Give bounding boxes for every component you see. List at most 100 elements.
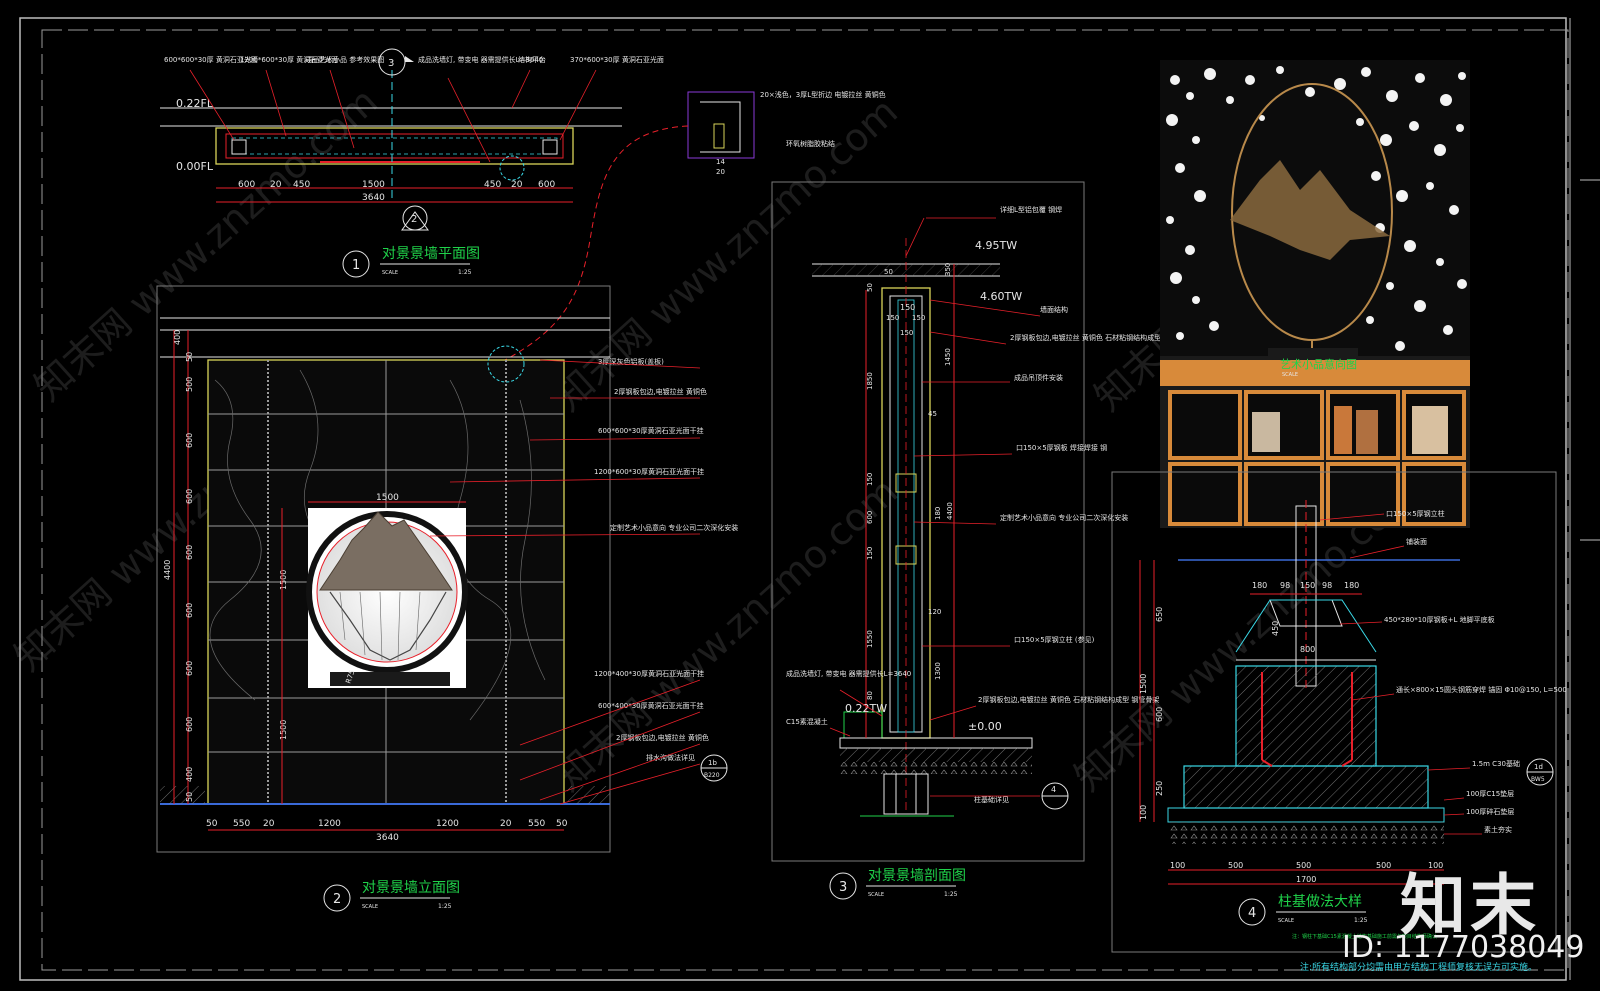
- elev-callout: 2厚钢板包边,电镀拉丝 黄铜色: [614, 387, 707, 396]
- small-detail-note: 20×浅色，3厚L型折边 电镀拉丝 黄铜色: [760, 90, 886, 99]
- section-ratio: 1:25: [944, 891, 958, 898]
- footing-vdim: 650: [1155, 607, 1164, 622]
- footing-bot-dim: 500: [1228, 861, 1243, 870]
- section-rdim: 45: [928, 410, 937, 418]
- elev-callout: 1200*400*30厚黄洞石亚光面干挂: [594, 669, 704, 678]
- elev-ref-bot: B220: [704, 772, 720, 779]
- footing-callout: 1.5m C30基础: [1472, 759, 1520, 768]
- small-detail-note: 环氧树脂胶粘结: [786, 139, 835, 148]
- elev-vdim: 600: [185, 603, 194, 618]
- footing-vdim: 1500: [1139, 674, 1148, 694]
- elev-dim: 550: [528, 819, 545, 829]
- section-callout: 详细L型铝包覆 钢焊: [1000, 205, 1062, 214]
- elev-art-h: 1500: [279, 570, 288, 590]
- section-scale: SCALE: [868, 892, 884, 898]
- elev-vdim: 600: [185, 545, 194, 560]
- section-rdim: 350: [944, 263, 952, 276]
- footing-450: 450: [1271, 621, 1280, 636]
- section-level-2: 4.60TW: [980, 290, 1022, 303]
- section-top-dim: 150: [900, 303, 915, 312]
- elev-vdim: 50: [185, 792, 194, 802]
- section-rdim: 4400: [946, 502, 954, 520]
- plan-dim: 20: [270, 180, 282, 190]
- plan-section-tag: 3: [388, 58, 394, 69]
- elev-callout: 600*400*30厚黄洞石亚光面干挂: [598, 701, 704, 710]
- plan-callout: 370*600*30厚 黄洞石亚光面: [570, 55, 664, 64]
- section-number: 3: [839, 880, 847, 895]
- cad-drawing-sheet: 0.22FL 0.00FL 600 20 450 1500 450 20 600…: [19, 17, 1600, 981]
- footing-callout: 铺装面: [1406, 537, 1427, 546]
- elev-callout: 2厚钢板包边,电镀拉丝 黄铜色: [616, 733, 709, 742]
- section-vdim: 50: [866, 283, 874, 292]
- section-callout: 成品吊顶件安装: [1014, 373, 1063, 382]
- section-rdim: 180: [934, 507, 942, 520]
- section-callout: 口150×5厚钢立柱 (参见): [1014, 635, 1095, 644]
- footing-top-dim: 98: [1322, 581, 1332, 590]
- plan-dim: 450: [484, 180, 501, 190]
- footing-ratio: 1:25: [1354, 917, 1368, 924]
- section-level-3: 0.22TW: [845, 702, 887, 715]
- footing-ref: 1d: [1534, 763, 1543, 771]
- section-vdim: 1550: [866, 630, 874, 648]
- plan-total-dim: 3640: [362, 193, 385, 203]
- plan-callout: 结构平台: [518, 55, 546, 64]
- footing-number: 4: [1248, 906, 1256, 921]
- footing-ref2: BW5: [1531, 776, 1545, 783]
- footing-bot-total: 1700: [1296, 875, 1316, 884]
- elev-total-dim: 3640: [376, 833, 399, 843]
- footing-callout: 素土夯实: [1484, 825, 1512, 834]
- plan-dim: 600: [238, 180, 255, 190]
- plan-view: 0.22FL 0.00FL 600 20 450 1500 450 20 600…: [160, 48, 664, 278]
- footing-vdim: 600: [1155, 707, 1164, 722]
- elev-callout: 600*600*30厚黄洞石亚光面干挂: [598, 426, 704, 435]
- plan-scale: SCALE: [382, 270, 398, 276]
- plan-number: 1: [352, 258, 360, 273]
- section-level-4: ±0.00: [968, 720, 1002, 733]
- asset-id: ID: 1177038049: [1342, 930, 1585, 965]
- section-title: 对景景墙剖面图: [868, 868, 966, 884]
- footing-mid-dim: 800: [1300, 645, 1315, 654]
- section-top-dim: 150: [900, 329, 913, 337]
- section-callout: 口150×5厚钢板 焊接焊接 钢: [1016, 443, 1107, 452]
- footing-bot-dim: 500: [1376, 861, 1391, 870]
- footing-callout: 100厚碎石垫层: [1466, 807, 1514, 816]
- section-top-dim: 150: [886, 314, 899, 322]
- section-rdim: 120: [928, 608, 941, 616]
- elev-vdim: 400: [173, 330, 182, 345]
- elevation-view: 50 550 20 1200 1200 20 550 50 3640 1500 …: [156, 285, 738, 912]
- elev-callout: 定制艺术小品意向 专业公司二次深化安装: [610, 523, 738, 532]
- elev-vdim: 50: [185, 352, 194, 362]
- footing-title: 柱基做法大样: [1278, 893, 1362, 910]
- elev-art-h2: 1500: [279, 720, 288, 740]
- elev-dim: 550: [233, 819, 250, 829]
- plan-dim: 450: [293, 180, 310, 190]
- footing-vdim: 250: [1155, 781, 1164, 796]
- footing-vdim: 100: [1139, 805, 1148, 820]
- elev-dim: 20: [500, 819, 512, 829]
- section-view: 4.95TW 4.60TW 0.22TW ±0.00 50 150 150 15…: [771, 181, 1191, 900]
- section-callout: 墙面结构: [1040, 305, 1068, 314]
- elev-title: 对景景墙立面图: [362, 880, 460, 896]
- small-detail: 20×浅色，3厚L型折边 电镀拉丝 黄铜色 环氧树脂胶粘结 14 20: [504, 90, 886, 361]
- footing-bot-dim: 500: [1296, 861, 1311, 870]
- elev-ratio: 1:25: [438, 903, 452, 910]
- plan-dim: 600: [538, 180, 555, 190]
- small-detail-dim: 20: [716, 168, 725, 176]
- footing-top-dim: 180: [1344, 581, 1359, 590]
- footing-scale: SCALE: [1278, 918, 1294, 924]
- elev-dim: 1200: [318, 819, 341, 829]
- footing-callout: 450*280*10厚钢板+L 地脚平底板: [1384, 615, 1495, 624]
- section-vdim: 150: [866, 547, 874, 560]
- elev-vdim: 500: [185, 377, 194, 392]
- section-vdim: 600: [866, 511, 874, 524]
- plan-level-bottom: 0.00FL: [176, 160, 214, 173]
- footing-top-dim: 180: [1252, 581, 1267, 590]
- plan-dim: 1500: [362, 180, 385, 190]
- elev-scale: SCALE: [362, 904, 378, 910]
- elev-dim: 1200: [436, 819, 459, 829]
- section-top-dim: 50: [884, 268, 893, 276]
- section-vdim: 1850: [866, 372, 874, 390]
- section-callout: 成品洗墙灯, 带变电 器需提供长L=3640: [786, 669, 911, 678]
- elev-vdim: 600: [185, 489, 194, 504]
- small-detail-dim: 14: [716, 158, 725, 166]
